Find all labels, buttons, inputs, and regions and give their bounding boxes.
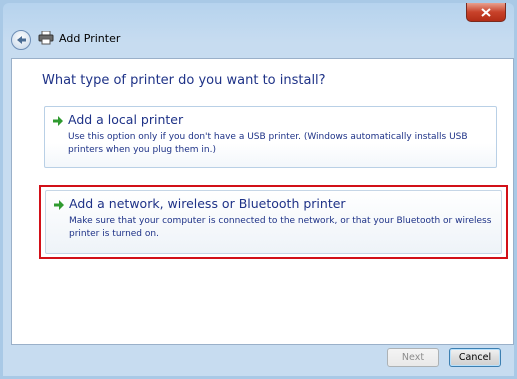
highlight-box: Add a network, wireless or Bluetooth pri… bbox=[39, 185, 508, 259]
printer-icon bbox=[38, 31, 54, 45]
back-button[interactable] bbox=[11, 30, 31, 50]
cancel-button[interactable]: Cancel bbox=[449, 348, 501, 367]
add-local-printer-option[interactable]: Add a local printer Use this option only… bbox=[44, 106, 497, 168]
option-title: Add a local printer bbox=[68, 112, 184, 127]
window-title: Add Printer bbox=[59, 32, 121, 45]
back-arrow-icon bbox=[16, 36, 26, 44]
option-description: Make sure that your computer is connecte… bbox=[69, 216, 492, 239]
title-bar: Add Printer bbox=[3, 3, 514, 63]
option-description: Use this option only if you don't have a… bbox=[68, 132, 468, 155]
close-icon bbox=[481, 7, 491, 17]
green-arrow-icon bbox=[53, 116, 63, 126]
add-network-printer-option[interactable]: Add a network, wireless or Bluetooth pri… bbox=[45, 190, 502, 254]
page-heading: What type of printer do you want to inst… bbox=[42, 73, 326, 88]
add-printer-window: Add Printer What type of printer do you … bbox=[0, 0, 517, 379]
window-frame: Add Printer What type of printer do you … bbox=[3, 3, 514, 376]
close-button[interactable] bbox=[466, 3, 506, 22]
green-arrow-icon bbox=[54, 200, 64, 210]
wizard-content: What type of printer do you want to inst… bbox=[11, 58, 514, 345]
next-button[interactable]: Next bbox=[387, 348, 439, 367]
button-bar: Next Cancel bbox=[3, 340, 514, 376]
option-title: Add a network, wireless or Bluetooth pri… bbox=[69, 196, 346, 211]
